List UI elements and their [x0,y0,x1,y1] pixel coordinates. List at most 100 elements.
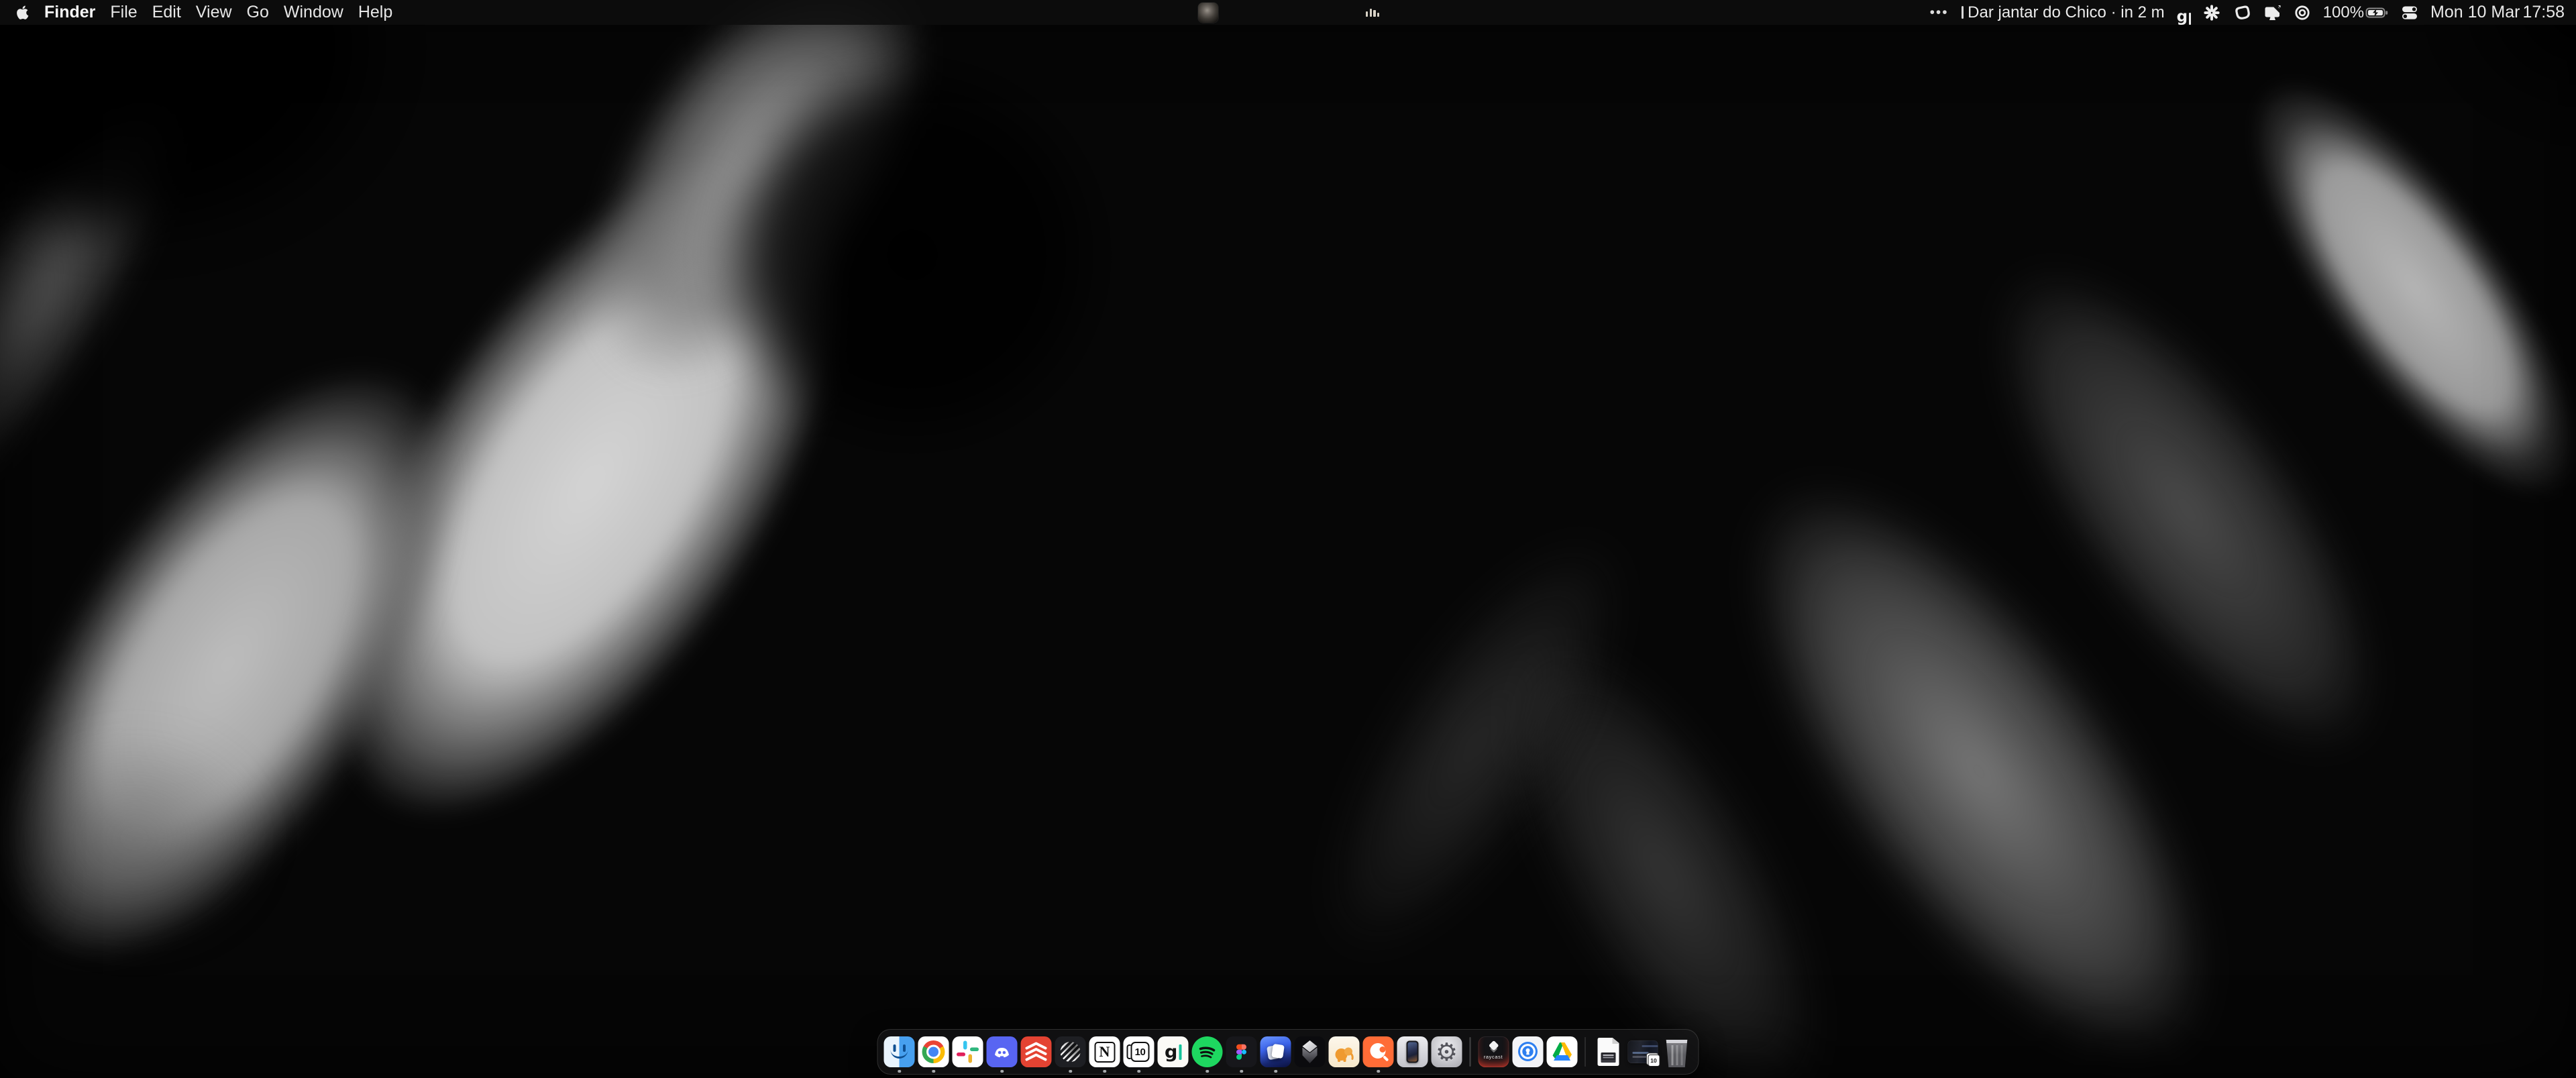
menu-bar-date: Mon 10 Mar [2430,3,2522,22]
raycast-icon: raycast [1478,1036,1509,1067]
elephant-app-icon [1329,1036,1360,1067]
dock-iphone-mirroring[interactable] [1397,1036,1428,1067]
shape-menu-item[interactable] [2226,0,2257,25]
screen-capture-menu-item[interactable] [2257,0,2288,25]
desktop-wallpaper [0,0,2576,1078]
dock-window-stack[interactable]: 10 [1627,1036,1658,1067]
dock: N 10 g [877,1029,1699,1075]
running-indicator [1069,1070,1072,1073]
battery-menu-item[interactable]: 100% [2317,0,2395,25]
rounded-shape-icon [2233,4,2251,21]
todoist-icon [1021,1036,1052,1067]
menu-bar-time: 17:58 [2522,3,2565,22]
event-countdown-item[interactable]: Dar jantar do Chico · in 2 m [1955,0,2171,25]
ring-menu-item[interactable] [2288,0,2317,25]
desktop: Finder File Edit View Go Window Help •••… [0,0,2576,1078]
flower-menu-item[interactable] [2197,0,2226,25]
grammarly-cursor-icon [2189,13,2191,25]
running-indicator [1240,1070,1243,1073]
finder-icon [884,1036,915,1067]
craft-icon [1260,1036,1291,1067]
dock-spotify[interactable] [1192,1036,1223,1067]
gear-icon: ⚙ [1436,1040,1458,1065]
dock-grammarly[interactable]: g [1158,1036,1189,1067]
1password-icon [1512,1036,1543,1067]
clock-menu-item[interactable]: Mon 10 Mar 17:58 [2424,0,2571,25]
running-indicator [1137,1070,1140,1073]
battery-percent: 100% [2323,3,2365,22]
apple-menu[interactable] [8,0,37,25]
notion-calendar-icon: 10 [1124,1036,1155,1067]
menu-bar-status: ••• Dar jantar do Chico · in 2 m g [1923,0,2576,25]
iphone-mirroring-icon [1397,1036,1428,1067]
menu-window[interactable]: Window [276,0,351,25]
dock-raycast[interactable]: raycast [1478,1036,1509,1067]
dock-todoist[interactable] [1021,1036,1052,1067]
spotify-icon [1192,1036,1223,1067]
control-center-menu-item[interactable] [2395,0,2424,25]
hidden-items-ellipsis[interactable]: ••• [1923,0,1955,25]
running-indicator [932,1070,935,1073]
display-capture-icon [2263,4,2282,21]
dock-system-settings[interactable]: ⚙ [1432,1036,1462,1067]
calendar-date-number: 10 [1131,1042,1150,1062]
slack-icon [953,1036,983,1067]
grammarly-menu-item[interactable]: g [2171,0,2197,25]
now-playing-album-art[interactable] [1198,3,1218,23]
notion-letter: N [1094,1042,1115,1063]
concentric-ring-icon [2294,4,2311,21]
flower-asterisk-icon [2203,4,2220,21]
linear-icon [1055,1036,1086,1067]
dock-document-file[interactable] [1593,1036,1624,1067]
spline-icon [1295,1036,1326,1067]
dock-craft[interactable] [1260,1036,1291,1067]
discord-icon [987,1036,1018,1067]
running-indicator [1103,1070,1106,1073]
dock-trash[interactable] [1662,1036,1693,1067]
system-settings-icon: ⚙ [1432,1036,1462,1067]
event-countdown-text: Dar jantar do Chico · in 2 m [1964,3,2164,22]
dock-figma[interactable] [1226,1036,1257,1067]
running-indicator [1274,1070,1277,1073]
grammarly-icon: g [2177,9,2188,25]
figma-icon [1226,1036,1257,1067]
wallpaper-vignette [0,0,2576,1078]
google-drive-icon [1546,1036,1577,1067]
window-thumbnail-icon: 10 [1627,1036,1658,1067]
menu-finder[interactable]: Finder [37,0,103,25]
document-file-icon [1593,1036,1624,1067]
dock-chrome[interactable] [918,1036,949,1067]
dock-slack[interactable] [953,1036,983,1067]
postman-icon [1363,1036,1394,1067]
raycast-label: raycast [1478,1054,1509,1060]
dock-google-drive[interactable] [1546,1036,1577,1067]
calendar-badge: 10 [1648,1055,1660,1067]
menu-bar-left: Finder File Edit View Go Window Help [0,0,400,25]
dock-separator [1470,1037,1471,1067]
dock-linear[interactable] [1055,1036,1086,1067]
dock-discord[interactable] [987,1036,1018,1067]
running-indicator [1377,1070,1380,1073]
apple-logo-icon [16,5,29,20]
dock-notion[interactable]: N [1089,1036,1120,1067]
battery-charging-icon [2365,7,2389,19]
menu-bar: Finder File Edit View Go Window Help •••… [0,0,2576,25]
menu-edit[interactable]: Edit [145,0,189,25]
menu-view[interactable]: View [189,0,239,25]
dock-notion-calendar[interactable]: 10 [1124,1036,1155,1067]
notion-icon: N [1089,1036,1120,1067]
dock-separator [1585,1037,1586,1067]
dock-elephas[interactable] [1329,1036,1360,1067]
dock-1password[interactable] [1512,1036,1543,1067]
menu-go[interactable]: Go [239,0,276,25]
dock-postman[interactable] [1363,1036,1394,1067]
dock-spline[interactable] [1295,1036,1326,1067]
menu-file[interactable]: File [103,0,144,25]
running-indicator [1205,1070,1209,1073]
now-playing-equalizer-icon [1366,7,1379,17]
running-indicator [898,1070,901,1073]
dock-finder[interactable] [884,1036,915,1067]
menu-help[interactable]: Help [351,0,400,25]
chrome-icon [918,1036,949,1067]
running-indicator [1000,1070,1004,1073]
